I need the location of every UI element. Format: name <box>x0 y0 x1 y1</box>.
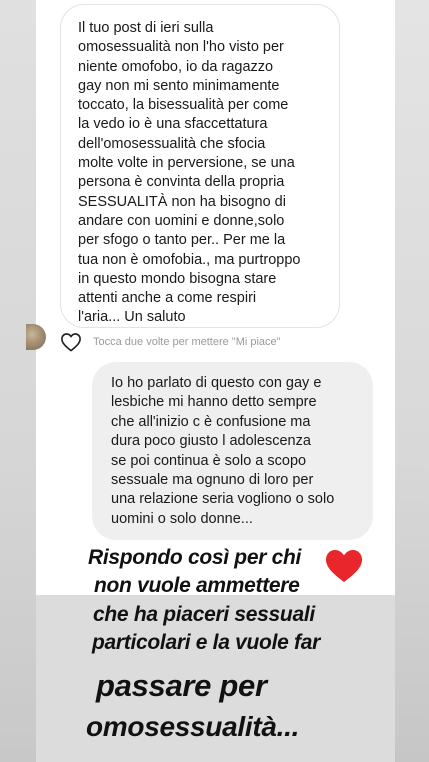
caption-line-3: che ha piaceri sessuali <box>93 603 315 626</box>
caption-line-6: omosessualità... <box>86 711 300 742</box>
background-right-edge <box>395 0 429 762</box>
sent-message-bubble: Io ho parlato di questo con gay e lesbic… <box>92 362 373 540</box>
double-tap-like-hint: Tocca due volte per mettere "Mi piace" <box>93 336 281 348</box>
heart-outline-icon[interactable] <box>60 332 82 352</box>
caption-line-2: non vuole ammettere <box>94 574 300 597</box>
background-left-edge <box>0 0 36 762</box>
caption-line-1: Rispondo così per chi <box>88 546 302 569</box>
received-message-bubble: Il tuo post di ieri sulla omosessualità … <box>60 4 340 328</box>
heart-red-icon <box>326 550 362 582</box>
caption-line-4: particolari e la vuole far <box>92 631 320 654</box>
caption-line-5: passare per <box>96 668 267 703</box>
